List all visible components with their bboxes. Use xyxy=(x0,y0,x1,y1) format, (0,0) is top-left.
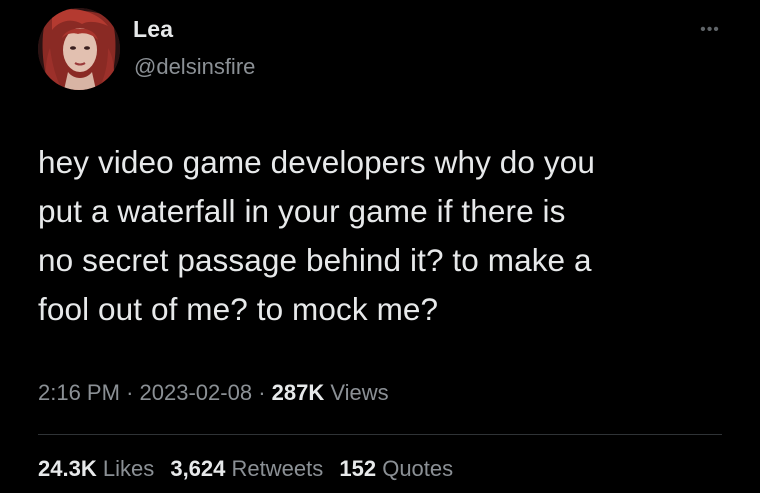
quotes-count: 152 xyxy=(339,456,377,481)
author-avatar[interactable] xyxy=(38,8,120,90)
tweet-text-line: put a waterfall in your game if there is xyxy=(38,193,566,229)
tweet-card: Lea @delsinsfire ••• hey video game deve… xyxy=(0,0,760,493)
author-name[interactable]: Lea xyxy=(133,16,173,43)
retweets-count: 3,624 xyxy=(170,456,226,481)
likes-stat[interactable]: 24.3K Likes xyxy=(38,456,154,481)
tweet-date[interactable]: 2023-02-08 xyxy=(140,380,253,405)
quotes-label: Quotes xyxy=(382,456,454,481)
avatar-portrait-icon xyxy=(38,8,120,90)
retweets-label: Retweets xyxy=(231,456,324,481)
likes-label: Likes xyxy=(102,456,155,481)
meta-separator: · xyxy=(258,380,266,405)
likes-count: 24.3K xyxy=(38,456,97,481)
tweet-text-line: hey video game developers why do you xyxy=(38,144,595,180)
tweet-text-line: fool out of me? to mock me? xyxy=(38,291,439,327)
retweets-stat[interactable]: 3,624 Retweets xyxy=(170,456,323,481)
views-count: 287K xyxy=(271,380,325,405)
engagement-stats: 24.3K Likes 3,624 Retweets 152 Quotes xyxy=(38,456,463,482)
views-label: Views xyxy=(330,380,389,405)
quotes-stat[interactable]: 152 Quotes xyxy=(339,456,453,481)
more-options-icon[interactable]: ••• xyxy=(693,20,727,40)
meta-separator: · xyxy=(126,380,134,405)
tweet-text-line: no secret passage behind it? to make a xyxy=(38,242,592,278)
tweet-meta: 2:16 PM · 2023-02-08 · 287K Views xyxy=(38,380,389,406)
tweet-time[interactable]: 2:16 PM xyxy=(38,380,120,405)
author-handle[interactable]: @delsinsfire xyxy=(134,54,255,80)
tweet-text: hey video game developers why do you put… xyxy=(38,138,738,334)
divider xyxy=(38,434,722,435)
